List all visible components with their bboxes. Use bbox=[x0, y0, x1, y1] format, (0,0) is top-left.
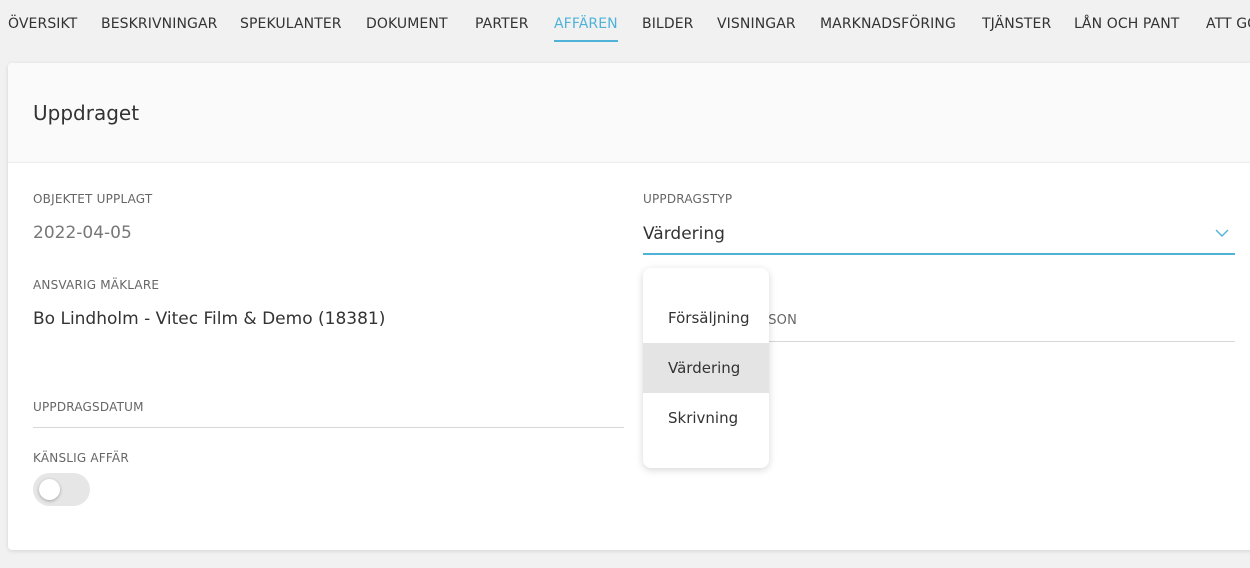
uppdragstyp-label: UPPDRAGSTYP bbox=[643, 192, 733, 206]
tab-beskrivningar[interactable]: BESKRIVNINGAR bbox=[101, 15, 217, 40]
card-header: Uppdraget bbox=[8, 63, 1250, 163]
ansvarig-maklare-label: ANSVARIG MÄKLARE bbox=[33, 278, 160, 292]
uppdragsdatum-field[interactable] bbox=[33, 427, 624, 428]
tab-bar: ÖVERSIKT BESKRIVNINGAR SPEKULANTER DOKUM… bbox=[0, 0, 1250, 48]
uppdragsdatum-label: UPPDRAGSDATUM bbox=[33, 400, 144, 414]
uppdraget-card: Uppdraget OBJEKTET UPPLAGT 2022-04-05 AN… bbox=[8, 63, 1250, 550]
card-title: Uppdraget bbox=[33, 101, 140, 125]
uppdragstyp-select[interactable]: Värdering bbox=[643, 216, 1235, 255]
toggle-knob bbox=[39, 479, 60, 500]
tab-marknadsforing[interactable]: MARKNADSFÖRING bbox=[820, 15, 956, 40]
tab-dokument[interactable]: DOKUMENT bbox=[366, 15, 448, 40]
tab-bilder[interactable]: BILDER bbox=[642, 15, 694, 40]
tab-tjanster[interactable]: TJÄNSTER bbox=[982, 15, 1051, 40]
tab-att-gora[interactable]: ATT GÖRA bbox=[1206, 15, 1250, 40]
kanslig-affar-label: KÄNSLIG AFFÄR bbox=[33, 451, 129, 465]
ansvarig-maklare-value[interactable]: Bo Lindholm - Vitec Film & Demo (18381) bbox=[33, 309, 385, 329]
option-vardering[interactable]: Värdering bbox=[643, 343, 769, 393]
uppdragstyp-dropdown: Försäljning Värdering Skrivning bbox=[643, 268, 769, 468]
uppdragstyp-value: Värdering bbox=[643, 224, 725, 244]
objekt-upplagt-label: OBJEKTET UPPLAGT bbox=[33, 192, 153, 206]
option-forsaljning[interactable]: Försäljning bbox=[643, 293, 769, 343]
tab-spekulanter[interactable]: SPEKULANTER bbox=[240, 15, 342, 40]
tab-lan-och-pant[interactable]: LÅN OCH PANT bbox=[1074, 15, 1179, 40]
chevron-down-icon bbox=[1215, 229, 1229, 237]
objekt-upplagt-value: 2022-04-05 bbox=[33, 223, 132, 243]
tab-visningar[interactable]: VISNINGAR bbox=[717, 15, 796, 40]
tab-oversikt[interactable]: ÖVERSIKT bbox=[8, 15, 77, 40]
option-skrivning[interactable]: Skrivning bbox=[643, 393, 769, 443]
kanslig-affar-toggle[interactable] bbox=[33, 473, 90, 506]
tab-affaren[interactable]: AFFÄREN bbox=[554, 15, 618, 42]
tab-parter[interactable]: PARTER bbox=[475, 15, 529, 40]
